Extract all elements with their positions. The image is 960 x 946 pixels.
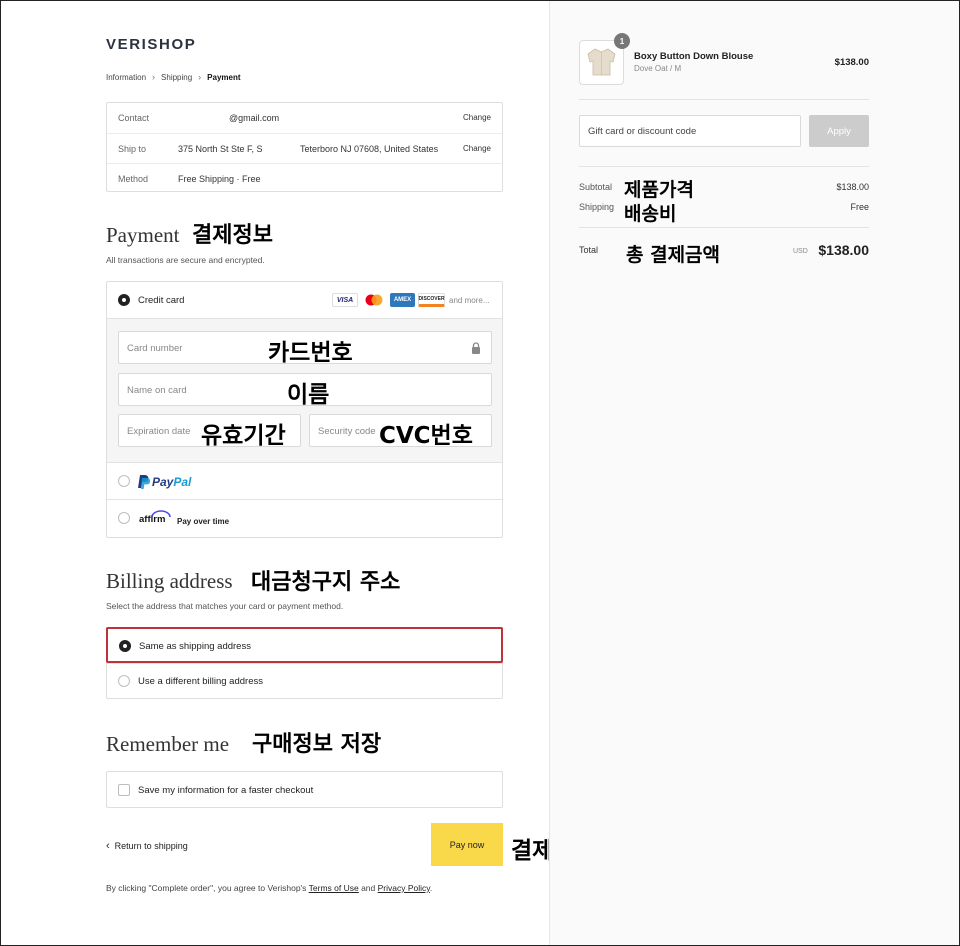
method-label: Method xyxy=(118,174,149,184)
divider xyxy=(579,227,869,228)
contact-value: @gmail.com xyxy=(229,113,280,123)
affirm-logo: affirm xyxy=(139,514,166,525)
verishop-logo[interactable]: VERISHOP xyxy=(106,36,196,53)
and-more-text: and more... xyxy=(449,296,490,305)
currency-label: USD xyxy=(793,248,808,255)
terms-of-use-link[interactable]: Terms of Use xyxy=(309,883,359,893)
method-row: Method Free Shipping · Free xyxy=(107,163,502,193)
shipto-city: Teterboro NJ 07608, United States xyxy=(300,144,439,154)
paypal-logo-pay: Pay xyxy=(152,475,174,489)
subtotal-annotation: 제품가격 xyxy=(624,179,694,201)
expiration-date-placeholder: Expiration date xyxy=(127,426,191,437)
change-shipto-link[interactable]: Change xyxy=(463,144,491,153)
billing-subtitle: Select the address that matches your car… xyxy=(106,601,344,611)
payment-annotation: 결제정보 xyxy=(192,223,273,248)
same-as-shipping-label: Same as shipping address xyxy=(139,641,251,652)
shipto-label: Ship to xyxy=(118,144,147,154)
breadcrumb-information[interactable]: Information xyxy=(106,73,146,82)
shipping-label: Shipping xyxy=(579,202,615,212)
change-contact-link[interactable]: Change xyxy=(463,113,491,122)
product-variant: Dove Oat / M xyxy=(634,64,682,73)
amex-icon: AMEX xyxy=(390,293,415,307)
affirm-label: Pay over time xyxy=(177,517,230,526)
product-name: Boxy Button Down Blouse xyxy=(634,51,754,62)
save-info-checkbox[interactable] xyxy=(118,784,130,796)
shipping-annotation: 배송비 xyxy=(624,203,677,225)
contact-label: Contact xyxy=(118,113,150,123)
card-number-annotation: 카드번호 xyxy=(268,340,353,366)
visa-icon: VISA xyxy=(332,293,358,307)
paypal-icon xyxy=(138,475,150,489)
total-annotation: 총 결제금액 xyxy=(626,244,721,266)
affirm-option[interactable]: affirm Pay over time xyxy=(107,500,502,538)
return-to-shipping-link[interactable]: ‹ Return to shipping xyxy=(106,840,188,852)
pay-now-button[interactable]: Pay now xyxy=(431,823,503,866)
contact-row: Contact @gmail.com Change xyxy=(107,103,502,133)
breadcrumb: Information › Shipping › Payment xyxy=(106,72,241,82)
different-billing-radio[interactable] xyxy=(118,675,130,687)
total-value: $138.00 xyxy=(818,242,869,258)
subtotal-label: Subtotal xyxy=(579,182,613,192)
security-code-placeholder: Security code xyxy=(318,426,376,437)
cvc-annotation: CVC번호 xyxy=(379,423,473,449)
remember-annotation: 구매정보 저장 xyxy=(252,732,382,757)
billing-heading: Billing address xyxy=(106,569,233,593)
quantity-badge: 1 xyxy=(614,33,630,49)
different-billing-label: Use a different billing address xyxy=(138,676,263,687)
remember-me-box: Save my information for a faster checkou… xyxy=(106,771,503,808)
discover-icon: DISCOVER xyxy=(418,293,445,307)
payment-subtitle: All transactions are secure and encrypte… xyxy=(106,255,265,265)
payment-heading: Payment xyxy=(106,223,180,247)
same-as-shipping-radio[interactable] xyxy=(119,640,131,652)
return-to-shipping-label: Return to shipping xyxy=(114,841,188,851)
order-info-summary: Contact @gmail.com Change Ship to 375 No… xyxy=(106,102,503,192)
divider xyxy=(579,99,869,100)
billing-annotation: 대금청구지 주소 xyxy=(251,570,401,595)
shipto-street: 375 North St Ste F, S xyxy=(178,144,263,154)
gift-card-input[interactable] xyxy=(579,115,801,147)
legal-and: and xyxy=(358,883,378,893)
apply-button[interactable]: Apply xyxy=(809,115,869,147)
lock-icon xyxy=(472,342,480,354)
paypal-option[interactable]: PayPal xyxy=(107,463,502,500)
legal-notice: By clicking "Complete order", you agree … xyxy=(106,883,432,893)
legal-prefix: By clicking "Complete order", you agree … xyxy=(106,883,309,893)
legal-suffix: . xyxy=(429,883,433,893)
remember-heading: Remember me xyxy=(106,732,230,756)
name-on-card-placeholder: Name on card xyxy=(127,385,187,396)
divider xyxy=(579,166,869,167)
method-value: Free Shipping · Free xyxy=(178,174,261,184)
mastercard-icon xyxy=(362,293,386,307)
breadcrumb-shipping[interactable]: Shipping xyxy=(161,73,192,82)
paypal-radio[interactable] xyxy=(118,475,130,487)
chevron-right-icon: › xyxy=(152,72,156,82)
product-price: $138.00 xyxy=(834,57,869,68)
expiry-annotation: 유효기간 xyxy=(201,423,286,449)
paypal-logo: PayPal xyxy=(152,475,191,489)
paypal-logo-pal: Pal xyxy=(173,475,192,489)
shipping-value: Free xyxy=(850,202,869,212)
same-as-shipping-option[interactable]: Same as shipping address xyxy=(106,627,503,663)
payment-methods: Credit card VISA AMEX DISCOVER and more.… xyxy=(106,281,503,538)
billing-options: Same as shipping address Use a different… xyxy=(106,627,503,699)
chevron-right-icon: › xyxy=(198,72,202,82)
shipto-row: Ship to 375 North St Ste F, S Teterboro … xyxy=(107,133,502,163)
credit-card-option[interactable]: Credit card VISA AMEX DISCOVER and more.… xyxy=(107,282,502,319)
subtotal-value: $138.00 xyxy=(836,182,869,192)
affirm-radio[interactable] xyxy=(118,512,130,524)
card-number-placeholder: Card number xyxy=(127,343,183,354)
chevron-left-icon: ‹ xyxy=(106,840,110,852)
credit-card-label: Credit card xyxy=(138,295,185,306)
different-billing-option[interactable]: Use a different billing address xyxy=(107,663,502,699)
breadcrumb-payment: Payment xyxy=(207,72,241,82)
total-label: Total xyxy=(579,245,599,255)
save-info-label: Save my information for a faster checkou… xyxy=(138,785,314,796)
pay-annotation: 결제 xyxy=(511,838,554,864)
privacy-policy-link[interactable]: Privacy Policy xyxy=(378,883,430,893)
credit-card-radio[interactable] xyxy=(118,294,130,306)
name-annotation: 이름 xyxy=(287,382,330,408)
